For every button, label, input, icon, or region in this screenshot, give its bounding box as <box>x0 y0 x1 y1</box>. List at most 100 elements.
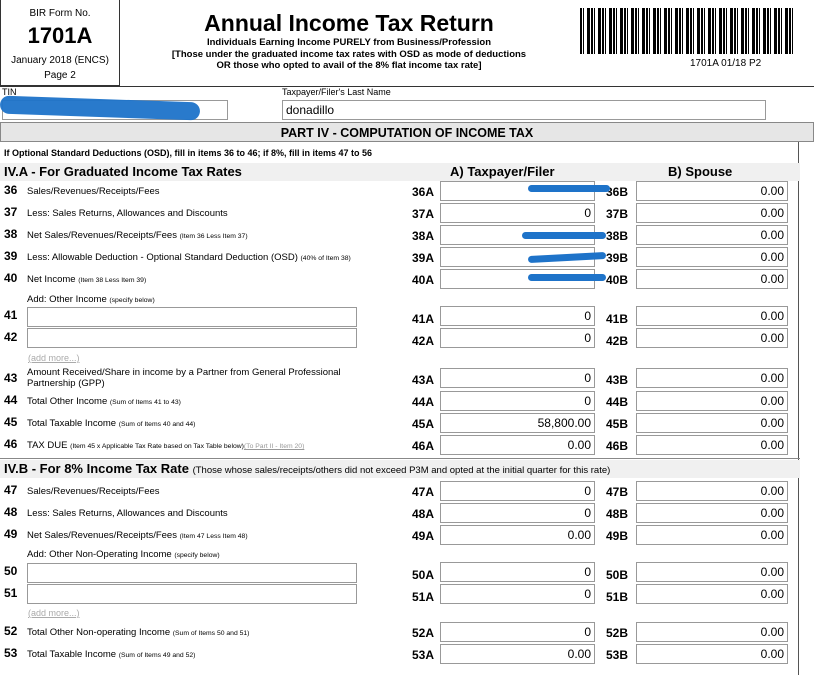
item-number: 50 <box>4 564 18 578</box>
field-36b[interactable]: 0.00 <box>636 181 788 201</box>
code-a: 50A <box>412 568 435 582</box>
value-redaction <box>528 274 606 281</box>
code-a: 40A <box>412 273 435 287</box>
item-label: Net Income (Item 38 Less Item 39) <box>27 274 146 285</box>
code-b: 49B <box>606 529 629 543</box>
label-text: Total Other Non-operating Income <box>27 627 171 638</box>
item-number: 49 <box>4 527 18 541</box>
add-more-link[interactable]: (add more...) <box>28 608 80 618</box>
form-title: Annual Income Tax Return <box>204 10 494 36</box>
code-b: 45B <box>606 417 629 431</box>
field-47a[interactable]: 0 <box>440 481 595 501</box>
item-label: Total Other Income (Sum of Items 41 to 4… <box>27 396 181 407</box>
field-46b[interactable]: 0.00 <box>636 435 788 455</box>
row-42: 42 42A 0 42B 0.00 <box>0 328 800 350</box>
field-38b[interactable]: 0.00 <box>636 225 788 245</box>
item-label: Total Other Non-operating Income (Sum of… <box>27 627 249 638</box>
field-48b[interactable]: 0.00 <box>636 503 788 523</box>
field-41b[interactable]: 0.00 <box>636 306 788 326</box>
form-number: 1701A <box>27 23 93 48</box>
field-51b[interactable]: 0.00 <box>636 584 788 604</box>
field-50a[interactable]: 0 <box>440 562 595 582</box>
code-a: 49A <box>412 529 435 543</box>
value-redaction <box>528 185 610 192</box>
last-name-field[interactable]: donadillo <box>282 100 766 120</box>
field-42a[interactable]: 0 <box>440 328 595 348</box>
field-46a[interactable]: 0.00 <box>440 435 595 455</box>
other-income-desc-51[interactable] <box>27 584 357 604</box>
code-a: 51A <box>412 590 435 604</box>
field-37b[interactable]: 0.00 <box>636 203 788 223</box>
code-b: 48B <box>606 507 629 521</box>
field-53b[interactable]: 0.00 <box>636 644 788 664</box>
other-income-desc-41[interactable] <box>27 307 357 327</box>
label-hint: (Sum of Items 50 and 51) <box>172 630 250 637</box>
add-other-income-label: Add: Other Income (specify below) <box>27 294 155 305</box>
form-header: BIR Form No. 1701A January 2018 (ENCS) P… <box>0 0 814 86</box>
label-hint: (Item 38 Less Item 39) <box>78 277 147 284</box>
row-53: 53 Total Taxable Income (Sum of Items 49… <box>0 644 800 666</box>
item-label: TAX DUE (Item 45 x Applicable Tax Rate b… <box>27 440 304 451</box>
label-hint: (specify below) <box>174 552 220 559</box>
field-50b[interactable]: 0.00 <box>636 562 788 582</box>
other-income-desc-42[interactable] <box>27 328 357 348</box>
label-text: Sales/Revenues/Receipts/Fees <box>27 486 160 497</box>
field-40b[interactable]: 0.00 <box>636 269 788 289</box>
field-42b[interactable]: 0.00 <box>636 328 788 348</box>
row-46: 46 TAX DUE (Item 45 x Applicable Tax Rat… <box>0 435 800 457</box>
item-number: 51 <box>4 586 18 600</box>
row-49: 49 Net Sales/Revenues/Receipts/Fees (Ite… <box>0 525 800 547</box>
field-49b[interactable]: 0.00 <box>636 525 788 545</box>
field-45b[interactable]: 0.00 <box>636 413 788 433</box>
field-45a[interactable]: 58,800.00 <box>440 413 595 433</box>
section-a-header: IV.A - For Graduated Income Tax Rates A)… <box>0 163 800 181</box>
section-a-title: IV.A - For Graduated Income Tax Rates <box>4 164 242 179</box>
row-52: 52 Total Other Non-operating Income (Sum… <box>0 622 800 644</box>
add-more-link[interactable]: (add more...) <box>28 353 80 363</box>
field-41a[interactable]: 0 <box>440 306 595 326</box>
field-51a[interactable]: 0 <box>440 584 595 604</box>
label-hint: (Sum of Items 40 and 44) <box>118 421 196 428</box>
code-b: 52B <box>606 626 629 640</box>
field-49a[interactable]: 0.00 <box>440 525 595 545</box>
field-48a[interactable]: 0 <box>440 503 595 523</box>
item-label: Total Taxable Income (Sum of Items 40 an… <box>27 418 195 429</box>
item-label: Net Sales/Revenues/Receipts/Fees (Item 4… <box>27 530 248 541</box>
field-39b[interactable]: 0.00 <box>636 247 788 267</box>
code-a: 46A <box>412 439 435 453</box>
code-b: 37B <box>606 207 629 221</box>
code-a: 36A <box>412 185 435 199</box>
field-37a[interactable]: 0 <box>440 203 595 223</box>
item-number: 39 <box>4 249 18 263</box>
item-number: 43 <box>4 371 18 385</box>
column-b-header: B) Spouse <box>668 164 733 179</box>
part-ii-link[interactable]: (To Part II - Item 20) <box>244 443 304 450</box>
field-52a[interactable]: 0 <box>440 622 595 642</box>
field-53a[interactable]: 0.00 <box>440 644 595 664</box>
field-43a[interactable]: 0 <box>440 368 595 388</box>
instruction-note: If Optional Standard Deductions (OSD), f… <box>4 148 373 158</box>
code-b: 44B <box>606 395 629 409</box>
label-hint: (Item 36 Less Item 37) <box>179 233 248 240</box>
label-text: Add: Other Non-Operating Income <box>27 549 172 560</box>
field-47b[interactable]: 0.00 <box>636 481 788 501</box>
field-52b[interactable]: 0.00 <box>636 622 788 642</box>
add-non-operating-label: Add: Other Non-Operating Income (specify… <box>27 549 220 560</box>
last-name-label: Taxpayer/Filer's Last Name <box>282 87 391 97</box>
item-label: Total Taxable Income (Sum of Items 49 an… <box>27 649 195 660</box>
label-text: Total Taxable Income <box>27 649 117 660</box>
code-a: 53A <box>412 648 435 662</box>
label-text: Less: Allowable Deduction - Optional Sta… <box>27 252 298 263</box>
field-44a[interactable]: 0 <box>440 391 595 411</box>
item-number: 37 <box>4 205 18 219</box>
label-text: TAX DUE <box>27 440 68 451</box>
item-number: 40 <box>4 271 18 285</box>
label-hint: (Sum of Items 49 and 52) <box>118 652 196 659</box>
field-44b[interactable]: 0.00 <box>636 391 788 411</box>
row-39: 39 Less: Allowable Deduction - Optional … <box>0 247 800 269</box>
code-b: 42B <box>606 334 629 348</box>
code-a: 37A <box>412 207 435 221</box>
other-income-desc-50[interactable] <box>27 563 357 583</box>
item-label: Amount Received/Share in income by a Par… <box>27 367 341 389</box>
field-43b[interactable]: 0.00 <box>636 368 788 388</box>
